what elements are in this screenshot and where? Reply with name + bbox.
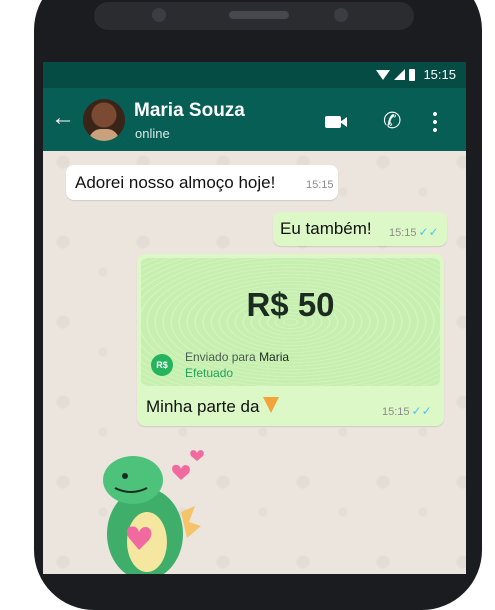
payment-note-text: Minha parte da: [146, 397, 260, 416]
status-bar: 15:15: [43, 62, 466, 88]
read-ticks-icon: ✓✓: [411, 404, 432, 418]
message-text: Adorei nosso almoço hoje!: [75, 173, 276, 192]
message-time-value: 15:15: [382, 406, 410, 418]
status-clock: 15:15: [423, 67, 456, 82]
phone-icon[interactable]: ✆: [383, 109, 401, 133]
outgoing-message[interactable]: Eu também! 15:15 ✓✓: [273, 212, 447, 246]
contact-name[interactable]: Maria Souza: [134, 100, 245, 122]
payment-message[interactable]: R$ 50 R$ Enviado para Maria Efetuado Min…: [137, 254, 444, 426]
recipient-name: Maria: [259, 350, 290, 364]
contact-status: online: [135, 126, 170, 141]
currency-badge-icon: R$: [151, 354, 173, 376]
pizza-icon: [263, 397, 280, 413]
video-call-icon[interactable]: [325, 116, 347, 128]
wifi-icon: [376, 69, 391, 80]
message-time-value: 15:15: [389, 227, 417, 239]
incoming-message[interactable]: Adorei nosso almoço hoje! 15:15: [66, 165, 338, 200]
payment-recipient: Enviado para Maria: [185, 350, 289, 364]
dinosaur-sticker-icon[interactable]: [85, 442, 215, 574]
more-vert-icon[interactable]: [433, 110, 437, 132]
message-time: 15:15 ✓✓: [382, 404, 432, 418]
message-time: 15:15: [306, 179, 334, 191]
avatar-shirt: [89, 129, 119, 141]
chat-header: ← Maria Souza online ✆: [43, 88, 466, 151]
payment-card[interactable]: R$ 50 R$ Enviado para Maria Efetuado: [141, 258, 440, 386]
chat-screen: 15:15 ← Maria Souza online ✆ Adorei noss…: [43, 62, 466, 574]
signal-icon: [394, 69, 406, 80]
message-time: 15:15 ✓✓: [389, 225, 439, 239]
sent-prefix: Enviado para: [185, 350, 256, 364]
phone-speaker: [229, 11, 289, 19]
sensor-icon: [334, 8, 348, 22]
message-text: Eu também!: [280, 219, 372, 238]
payment-note: Minha parte da: [146, 397, 280, 417]
read-ticks-icon: ✓✓: [418, 225, 439, 239]
arrow-left-icon[interactable]: ←: [51, 106, 75, 130]
battery-icon: [409, 68, 416, 81]
avatar[interactable]: [83, 99, 125, 141]
payment-amount: R$ 50: [246, 286, 335, 323]
camera-icon: [152, 8, 166, 22]
payment-status: Efetuado: [185, 366, 234, 380]
